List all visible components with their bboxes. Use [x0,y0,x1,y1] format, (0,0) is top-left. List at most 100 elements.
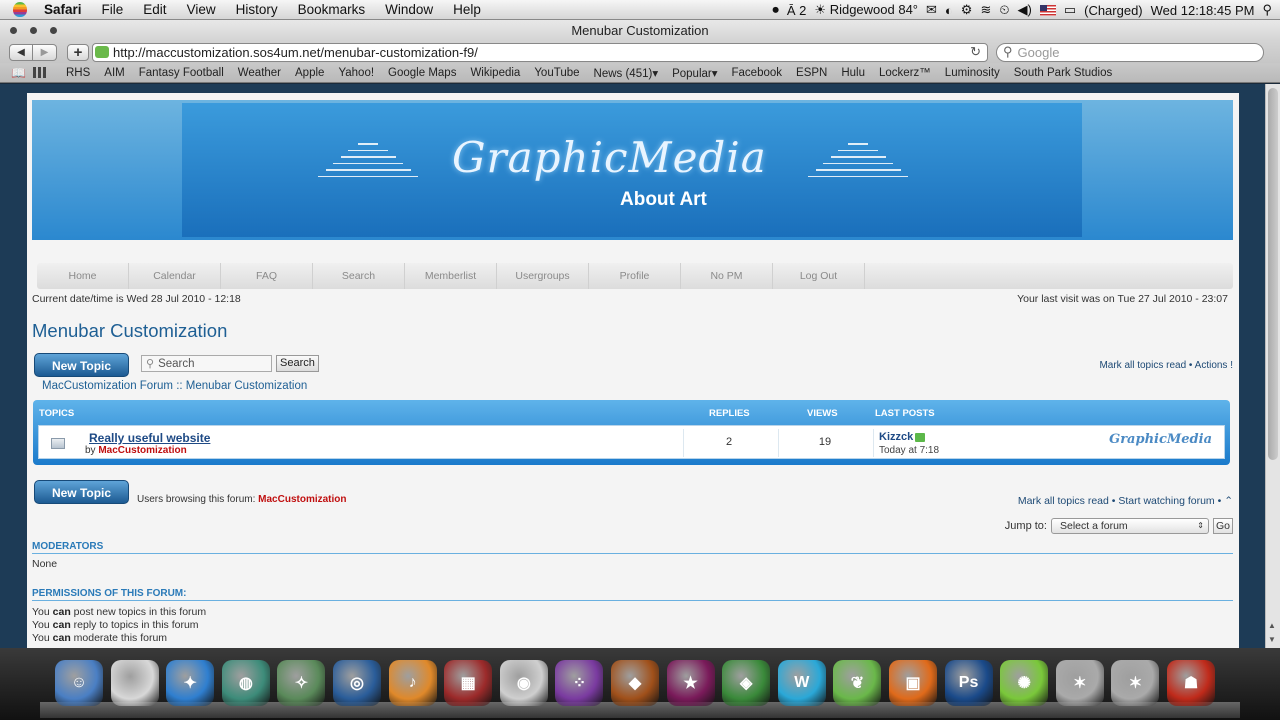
forward-button[interactable]: ▶ [33,43,57,61]
sync-icon[interactable]: ◐ [945,3,953,18]
globe-dock-icon[interactable]: ◎ [333,660,381,706]
browsing-user-link[interactable]: MacCustomization [258,494,346,505]
spotlight-icon[interactable]: ⚲ [1262,2,1272,18]
finder-dock-icon[interactable]: ☺ [55,660,103,706]
photo-booth-dock-icon[interactable]: ▦ [444,660,493,706]
bookmark-item[interactable]: AIM [97,67,131,79]
sims-dock-icon[interactable]: ◈ [722,660,771,706]
bookmark-item[interactable]: RHS [59,67,97,79]
nav-calendar[interactable]: Calendar [129,263,221,289]
scroll-up-icon[interactable]: ▲ [1268,621,1276,630]
forum-search-button[interactable]: Search [276,355,319,372]
photoshop-dock-icon[interactable]: Ps [944,660,993,706]
nav-home[interactable]: Home [37,263,129,289]
time-machine-icon[interactable]: ⏲ [999,2,1009,18]
bookmark-item[interactable]: ESPN [789,67,834,79]
front-row-dock-icon[interactable]: ⁘ [555,660,604,706]
add-bookmark-button[interactable]: + [67,43,89,61]
menu-file[interactable]: File [92,2,134,17]
bookmark-item[interactable]: Fantasy Football [132,67,231,79]
safari-dock-icon[interactable]: ✦ [166,660,215,706]
menu-edit[interactable]: Edit [133,2,176,17]
nav-memberlist[interactable]: Memberlist [405,263,497,289]
forum-title[interactable]: Menubar Customization [32,320,227,342]
window-controls[interactable] [10,27,57,34]
reload-icon[interactable]: ↻ [970,44,981,60]
menu-history[interactable]: History [226,2,288,17]
leaf-dock-icon[interactable]: ❦ [833,660,882,706]
itunes-ipod-dock-icon[interactable]: ♪ [388,660,437,706]
jump-go-button[interactable]: Go [1212,518,1233,534]
breadcrumb[interactable]: MacCustomization Forum :: Menubar Custom… [42,380,307,392]
battery-icon[interactable]: ▭ [1064,2,1076,18]
last-post-user-link[interactable]: Kizzck [879,431,913,443]
star-4-dock-icon[interactable]: ★ [666,660,715,706]
menu-help[interactable]: Help [443,2,491,17]
menu-window[interactable]: Window [375,2,443,17]
limewire-dock-icon[interactable]: ✺ [1000,660,1049,706]
bookmark-item[interactable]: Google Maps [381,67,463,79]
nav-faq[interactable]: FAQ [221,263,313,289]
bottom-actions-text[interactable]: Mark all topics read • Start watching fo… [1018,495,1221,507]
chevron-up-icon[interactable]: ⌃ [1224,495,1233,507]
ninja-dock-icon[interactable]: ☗ [1167,660,1215,706]
menu-bookmarks[interactable]: Bookmarks [288,2,376,17]
volume-icon[interactable]: ◀) [1017,2,1031,18]
bookmark-item[interactable]: Yahoo! [331,67,381,79]
scroll-down-icon[interactable]: ▼ [1268,635,1276,644]
bookmark-item[interactable]: Weather [231,67,288,79]
jump-forum-select[interactable]: Select a forum ⇕ [1050,518,1209,534]
top-actions-links[interactable]: Mark all topics read • Actions ! [1099,360,1233,371]
us-flag-icon[interactable] [1039,4,1056,16]
bookmark-item[interactable]: News (451)▾ [587,66,666,80]
word-w-dock-icon[interactable]: W [777,660,826,706]
menu-app-name[interactable]: Safari [40,2,92,17]
bookmark-item[interactable]: Luminosity [938,67,1007,79]
nav-usergroups[interactable]: Usergroups [497,263,589,289]
compass-dock-icon[interactable]: ✧ [277,660,326,706]
address-bar[interactable]: http://maccustomization.sos4um.net/menub… [92,42,988,62]
top-sites-icon[interactable] [33,67,47,78]
growl-icon[interactable]: ✉ [926,2,937,18]
new-topic-button[interactable]: New Topic [34,353,129,377]
nav-profile[interactable]: Profile [589,263,681,289]
topic-author-link[interactable]: MacCustomization [98,445,186,456]
search-field[interactable]: ⚲ Google [996,42,1264,62]
moderators-value: None [32,558,58,570]
nav-search[interactable]: Search [313,263,405,289]
turtle-dock-icon[interactable]: ◍ [221,660,270,706]
clock[interactable]: Wed 12:18:45 PM [1151,3,1255,18]
bookmark-item[interactable]: South Park Studios [1007,67,1119,79]
menu-view[interactable]: View [177,2,226,17]
apple-dock-icon[interactable] [110,660,159,706]
screen-record-icon[interactable]: ⏺ [772,2,779,18]
book-icon[interactable]: 📖 [11,66,27,80]
webcam-dock-icon[interactable]: ◉ [499,660,548,706]
bookmark-item[interactable]: Popular▾ [665,66,724,80]
go-to-last-post-icon[interactable] [915,432,926,442]
apple-menu-icon[interactable] [0,2,40,17]
nav-logout[interactable]: Log Out [773,263,865,289]
topic-title-link[interactable]: Really useful website [89,431,210,445]
bookmark-item[interactable]: Lockerz™ [872,67,938,79]
weather-icon[interactable]: ☀ Ridgewood 84° [814,2,918,18]
new-topic-button-bottom[interactable]: New Topic [34,480,129,504]
bookmark-item[interactable]: Apple [288,67,331,79]
bookmark-item[interactable]: Facebook [725,67,790,79]
bookmark-item[interactable]: Hulu [834,67,872,79]
bookmark-item[interactable]: Wikipedia [463,67,527,79]
scrollbar-thumb[interactable] [1268,88,1278,460]
gear-icon[interactable]: ⚙ [961,2,973,18]
bookmark-item[interactable]: YouTube [527,67,586,79]
forum-search-input[interactable]: ⚲ Search [141,355,272,372]
adobe-updates-icon[interactable]: Ā 2 [787,3,807,18]
vertical-scrollbar[interactable]: ▲ ▼ [1265,84,1280,648]
nav-pm[interactable]: No PM [681,263,773,289]
back-button[interactable]: ◀ [9,43,33,61]
site-banner[interactable]: GraphicMedia About Art [32,100,1233,240]
wifi-icon[interactable]: ≋ [980,2,991,18]
game-dock-icon[interactable]: ◆ [611,660,659,706]
slides-dock-icon[interactable]: ▣ [889,660,937,706]
imovie-2-dock-icon[interactable]: ✶ [1111,660,1160,706]
imovie-dock-icon[interactable]: ✶ [1055,660,1104,706]
